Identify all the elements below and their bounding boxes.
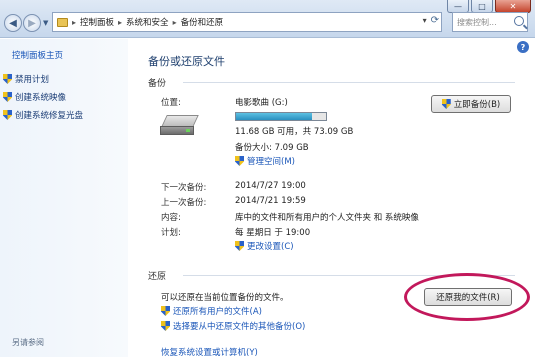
backup-now-label: 立即备份(B) (453, 100, 501, 110)
arrow-right-icon: ▶ (28, 17, 36, 29)
last-backup-label: 上一次备份: (161, 198, 207, 208)
search-input[interactable]: 搜索控制... (457, 17, 497, 28)
last-backup-value: 2014/7/21 19:59 (235, 196, 306, 206)
drive-usage-fill (236, 113, 312, 120)
chevron-right-icon[interactable]: ▸ (118, 18, 122, 27)
restore-description: 可以还原在当前位置备份的文件。 (161, 293, 289, 303)
choose-other-backup-link[interactable]: 选择要从中还原文件的其他备份(O) (161, 320, 305, 332)
breadcrumb-system-security[interactable]: 系统和安全 (126, 16, 169, 28)
hard-drive-icon (160, 115, 200, 137)
restore-section-heading: 还原 (148, 272, 167, 282)
uac-shield-icon (3, 74, 12, 84)
title-bar: — □ ✕ ◀ ▶ ▼ ▸ 控制面板 ▸ 系统和安全 ▸ 备份和还原 ▾ ⟳ 搜… (0, 0, 535, 38)
control-panel-home-link[interactable]: 控制面板主页 (12, 49, 63, 61)
recover-system-label: 恢复系统设置或计算机(Y) (161, 348, 258, 357)
uac-shield-icon (3, 92, 12, 102)
uac-shield-icon (235, 241, 244, 251)
change-settings-link[interactable]: 更改设置(C) (235, 240, 294, 252)
sidebar-item-create-system-image[interactable]: 创建系统映像 (3, 91, 66, 103)
uac-shield-icon (235, 156, 244, 166)
manage-space-link[interactable]: 管理空间(M) (235, 155, 295, 167)
chevron-right-icon[interactable]: ▸ (173, 18, 177, 27)
uac-shield-icon (161, 306, 170, 316)
control-panel-icon (57, 17, 68, 27)
next-backup-label: 下一次备份: (161, 183, 207, 193)
highlight-ellipse (404, 273, 530, 321)
back-button[interactable]: ◀ (4, 14, 22, 32)
sidebar-item-label: 创建系统修复光盘 (15, 111, 84, 121)
sidebar-item-label: 禁用计划 (15, 75, 50, 85)
schedule-value: 每 星期日 于 19:00 (235, 228, 311, 238)
address-dropdown-icon[interactable]: ▾ (423, 16, 427, 25)
address-actions: ▾ ⟳ (423, 15, 439, 26)
sidebar-item-disable-schedule[interactable]: 禁用计划 (3, 73, 49, 85)
breadcrumb-backup-restore[interactable]: 备份和还原 (181, 16, 224, 28)
manage-space-label: 管理空间(M) (247, 157, 295, 167)
search-icon[interactable] (514, 16, 524, 26)
drive-name: 电影歌曲 (G:) (235, 98, 288, 108)
contents-value: 库中的文件和所有用户的个人文件夹 和 系统映像 (235, 213, 419, 223)
arrow-left-icon: ◀ (9, 17, 17, 29)
location-label: 位置: (161, 98, 181, 108)
restore-all-users-label: 还原所有用户的文件(A) (173, 307, 262, 317)
change-settings-label: 更改设置(C) (247, 242, 294, 252)
breadcrumb-control-panel[interactable]: 控制面板 (80, 16, 114, 28)
contents-label: 内容: (161, 213, 181, 223)
history-dropdown-icon[interactable]: ▼ (43, 19, 48, 27)
uac-shield-icon (161, 321, 170, 331)
sidebar-item-create-repair-disc[interactable]: 创建系统修复光盘 (3, 109, 83, 121)
section-divider (183, 82, 515, 83)
address-bar[interactable]: ▸ 控制面板 ▸ 系统和安全 ▸ 备份和还原 ▾ ⟳ (52, 12, 442, 32)
schedule-label: 计划: (161, 228, 181, 238)
main-content: 备份或还原文件 备份 位置: 电影歌曲 (G:) 11.68 GB 可用，共 7… (128, 39, 535, 357)
uac-shield-icon (3, 110, 12, 120)
uac-shield-icon (442, 99, 451, 109)
see-also-heading: 另请参阅 (12, 338, 44, 347)
forward-button[interactable]: ▶ (23, 14, 41, 32)
recover-system-link[interactable]: 恢复系统设置或计算机(Y) (161, 346, 258, 357)
drive-usage-bar (235, 112, 327, 121)
sidebar-item-label: 创建系统映像 (15, 93, 67, 103)
choose-other-backup-label: 选择要从中还原文件的其他备份(O) (173, 322, 306, 332)
chevron-right-icon[interactable]: ▸ (72, 18, 76, 27)
search-box[interactable]: 搜索控制... (452, 12, 528, 32)
refresh-icon[interactable]: ⟳ (431, 15, 439, 26)
left-pane: 控制面板主页 禁用计划 创建系统映像 创建系统修复光盘 另请参阅 (0, 39, 128, 357)
next-backup-value: 2014/7/27 19:00 (235, 181, 306, 191)
drive-space-text: 11.68 GB 可用，共 73.09 GB (235, 127, 354, 137)
backup-size-text: 备份大小: 7.09 GB (235, 143, 309, 153)
page-title: 备份或还原文件 (148, 55, 225, 68)
restore-all-users-link[interactable]: 还原所有用户的文件(A) (161, 305, 262, 317)
backup-now-button[interactable]: 立即备份(B) (431, 95, 511, 113)
backup-section-heading: 备份 (148, 79, 167, 89)
